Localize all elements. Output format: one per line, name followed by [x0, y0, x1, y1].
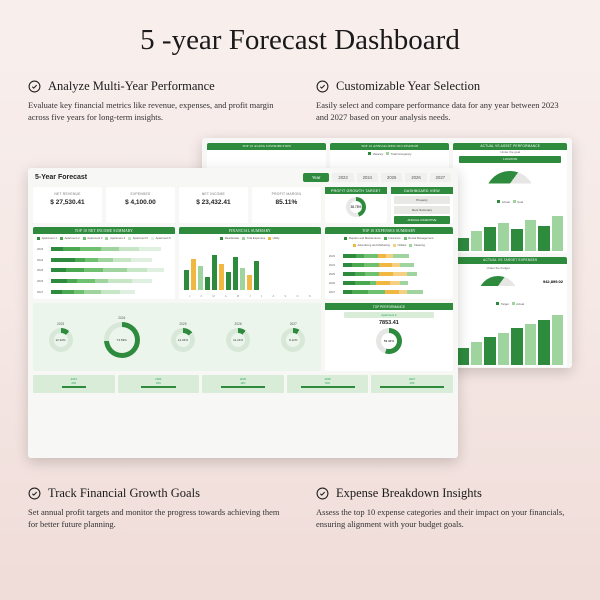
rent-summary-button[interactable]: Rent Summary — [394, 206, 450, 214]
feature-analyze: Analyze Multi-Year Performance Evaluate … — [28, 79, 284, 124]
kpi-profit-margin: PROFIT MARGIN 85.11% — [252, 187, 321, 223]
features-bottom: Track Financial Growth Goals Set annual … — [28, 486, 572, 531]
check-circle-icon — [316, 80, 329, 93]
location-button[interactable]: LOCATION — [459, 156, 561, 163]
year-tab[interactable]: 2025 — [381, 173, 402, 182]
panel-head: TOP 10 ANNUALIZED OCCUPATION — [330, 143, 449, 150]
year-tab[interactable]: 2023 — [332, 173, 353, 182]
panel-budget: ACTUAL VS TARGET EXPENSES Under the budg… — [453, 257, 567, 367]
annual-incentive-button[interactable]: ANNUAL INCENTIVE — [394, 216, 450, 224]
feature-title: Expense Breakdown Insights — [336, 486, 482, 501]
kpi-expenses: EXPENSES $ 4,100.00 — [106, 187, 175, 223]
features-top: Analyze Multi-Year Performance Evaluate … — [28, 79, 572, 124]
gauge-icon — [478, 276, 518, 296]
check-circle-icon — [316, 487, 329, 500]
donut-icon: 53.34% — [376, 328, 402, 354]
gauge-icon — [485, 171, 535, 196]
dashboard-preview: TOP 10 AGING DISTRIBUTION 12345678910 TO… — [28, 138, 572, 468]
dashboard-front: 5-Year Forecast Year 2023 2024 2025 2026… — [28, 168, 458, 458]
panel-financial: FINANCIAL SUMMARY Real Estate Trial Expe… — [179, 227, 321, 299]
page-title: 5 -year Forecast Dashboard — [28, 24, 572, 57]
check-circle-icon — [28, 487, 41, 500]
growth-target: PROFIT GROWTH TARGET 38.78% — [325, 187, 387, 223]
feature-expense-breakdown: Expense Breakdown Insights Assess the to… — [316, 486, 572, 531]
panel-head: TOP 10 AGING DISTRIBUTION — [207, 143, 326, 150]
dashboard-view-buttons: DASHBOARD VIEW Property Rent Summary ANN… — [391, 187, 453, 223]
progress-row: 202320%202430%202540%202650%202760% — [33, 375, 453, 393]
check-circle-icon — [28, 80, 41, 93]
year-tab[interactable]: 2024 — [357, 173, 378, 182]
feature-title: Track Financial Growth Goals — [48, 486, 200, 501]
top-performance: TOP PERFORMANCE Apartment 2 7853.41 53.3… — [325, 303, 453, 371]
feature-desc: Evaluate key financial metrics like reve… — [28, 99, 284, 124]
kpi-net-income: NET INCOME $ 23,432.41 — [179, 187, 248, 223]
feature-title: Customizable Year Selection — [336, 79, 480, 94]
performance-row: 2023 12.32%2024 73.53%2025 14.34%2026 11… — [33, 303, 321, 371]
feature-desc: Set annual profit targets and monitor th… — [28, 506, 284, 531]
panel-asset: ACTUAL VS ASSET PERFORMANCE Under the go… — [453, 143, 567, 253]
feature-desc: Assess the top 10 expense categories and… — [316, 506, 572, 531]
year-tab[interactable]: 2027 — [430, 173, 451, 182]
kpi-net-revenue: NET REVENUE $ 27,530.41 — [33, 187, 102, 223]
property-button[interactable]: Property — [394, 196, 450, 204]
feature-custom-year: Customizable Year Selection Easily selec… — [316, 79, 572, 124]
panel-income: TOP 10 NET INCOME SUMMARY Apartment 1Apa… — [33, 227, 175, 299]
year-tab[interactable]: 2026 — [405, 173, 426, 182]
donut-icon: 38.78% — [346, 197, 366, 217]
feature-track-growth: Track Financial Growth Goals Set annual … — [28, 486, 284, 531]
year-button[interactable]: Year — [303, 173, 329, 182]
dashboard-title: 5-Year Forecast — [35, 174, 300, 181]
feature-desc: Easily select and compare performance da… — [316, 99, 572, 124]
panel-expenses: TOP 10 EXPENSES SUMMARY Repairs and Main… — [325, 227, 453, 299]
feature-title: Analyze Multi-Year Performance — [48, 79, 215, 94]
